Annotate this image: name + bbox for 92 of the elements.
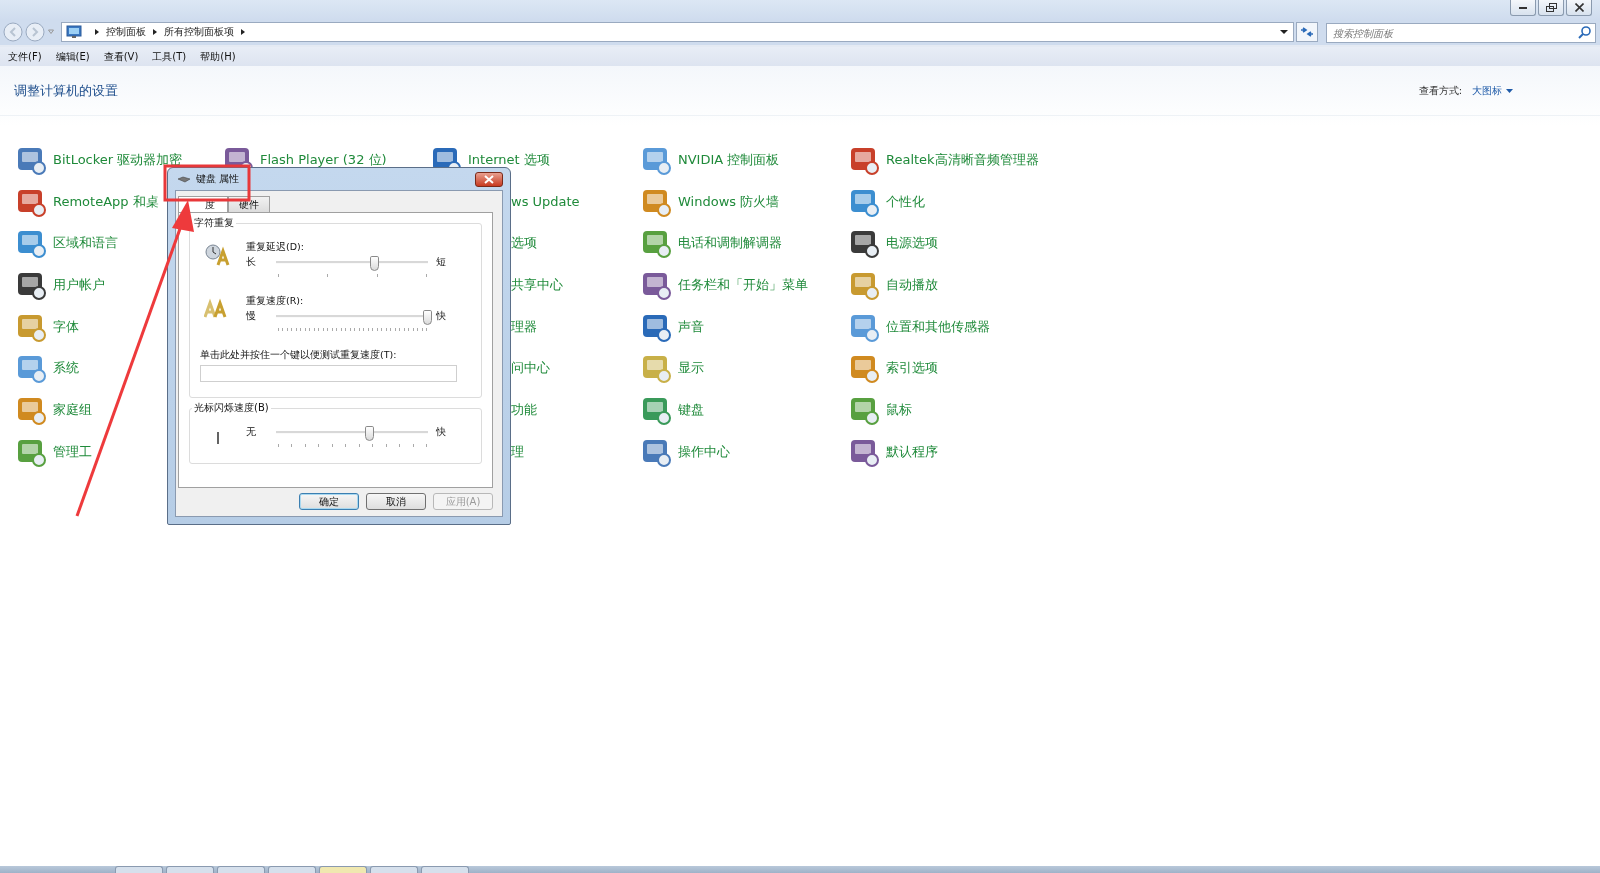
- control-panel-link[interactable]: 键盘: [678, 400, 704, 419]
- minimize-button[interactable]: [1510, 0, 1536, 16]
- keyboard-icon: [177, 175, 191, 183]
- control-panel-link[interactable]: Flash Player (32 位): [260, 150, 387, 169]
- slider-label: 重复速度(R):: [246, 295, 305, 308]
- menu-item[interactable]: 文件(F): [8, 49, 42, 64]
- minimize-icon: [1519, 6, 1527, 9]
- breadcrumb-item[interactable]: 所有控制面板项: [164, 24, 234, 39]
- control-panel-link[interactable]: 索引选项: [886, 359, 938, 378]
- back-button[interactable]: [3, 21, 23, 42]
- slider-track[interactable]: [276, 425, 428, 447]
- dropdown-arrow-icon: [1505, 86, 1514, 95]
- control-panel-link[interactable]: 管理工: [53, 442, 92, 461]
- group-title: 字符重复: [192, 216, 236, 230]
- control-panel-link[interactable]: 功能: [511, 400, 537, 419]
- view-label: 查看方式:: [1418, 83, 1462, 98]
- slider-thumb[interactable]: [423, 310, 432, 325]
- clock-letter-icon: [204, 243, 230, 267]
- control-panel-link[interactable]: 自动播放: [886, 275, 938, 294]
- slider-min-label: 无: [246, 425, 257, 439]
- slider-max-label: 短: [435, 255, 447, 269]
- control-panel-link[interactable]: 选项: [511, 234, 537, 253]
- control-panel-link[interactable]: ws Update: [511, 194, 580, 210]
- dialog-button[interactable]: 取消: [366, 493, 426, 510]
- control-panel-link[interactable]: Realtek高清晰音频管理器: [886, 150, 1039, 169]
- control-panel-link[interactable]: 系统: [53, 359, 79, 378]
- slider-min-label: 慢: [246, 309, 257, 323]
- control-panel-link[interactable]: BitLocker 驱动器加密: [53, 150, 183, 169]
- menu-item[interactable]: 工具(T): [152, 49, 187, 64]
- control-panel-link[interactable]: 字体: [53, 317, 79, 336]
- control-panel-link[interactable]: 操作中心: [678, 442, 730, 461]
- control-panel-link[interactable]: 用户帐户: [53, 275, 105, 294]
- view-mode-dropdown[interactable]: 大图标: [1472, 83, 1514, 98]
- close-icon: [484, 174, 494, 184]
- control-panel-link[interactable]: 理: [511, 442, 524, 461]
- text-cursor-icon: [216, 432, 220, 444]
- search-field[interactable]: 搜索控制面板: [1326, 23, 1596, 43]
- field-label: 单击此处并按住一个键以便测试重复速度(T):: [200, 349, 398, 362]
- refresh-button[interactable]: [1296, 21, 1318, 42]
- control-panel-link[interactable]: 声音: [678, 317, 704, 336]
- forward-button[interactable]: [25, 21, 45, 42]
- group-title: 光标闪烁速度(B): [192, 401, 271, 415]
- control-panel-link[interactable]: 显示: [678, 359, 704, 378]
- control-panel-link[interactable]: 电话和调制解调器: [678, 234, 782, 253]
- control-panel-link[interactable]: 家庭组: [53, 400, 92, 419]
- refresh-icon: [1299, 24, 1315, 39]
- dialog-button[interactable]: 确定: [299, 493, 359, 510]
- taskbar-button[interactable]: [319, 866, 367, 873]
- control-panel-link[interactable]: 问中心: [511, 359, 550, 378]
- control-panel-link[interactable]: 区域和语言: [53, 234, 118, 253]
- taskbar-button[interactable]: [217, 866, 265, 873]
- control-panel-link[interactable]: 任务栏和「开始」菜单: [678, 275, 808, 294]
- menu-item[interactable]: 查看(V): [103, 49, 139, 64]
- control-panel-link[interactable]: 电源选项: [886, 234, 938, 253]
- close-button[interactable]: [1566, 0, 1592, 16]
- menu-item[interactable]: 编辑(E): [55, 49, 90, 64]
- taskbar-button[interactable]: [370, 866, 418, 873]
- control-panel-link[interactable]: RemoteApp 和桌: [53, 192, 159, 211]
- control-panel-link[interactable]: Windows 防火墙: [678, 192, 780, 211]
- slider-thumb[interactable]: [369, 256, 379, 271]
- control-panel-link[interactable]: 个性化: [886, 192, 925, 211]
- menu-item[interactable]: 帮助(H): [200, 49, 236, 64]
- control-panel-link[interactable]: 理器: [511, 317, 537, 336]
- slider-label: 重复延迟(D):: [246, 241, 305, 254]
- taskbar-button[interactable]: [268, 866, 316, 873]
- control-panel-link[interactable]: NVIDIA 控制面板: [678, 150, 780, 169]
- control-panel-link[interactable]: 鼠标: [886, 400, 912, 419]
- computer-icon: [66, 24, 84, 39]
- slider-track[interactable]: [276, 255, 428, 277]
- control-panel-link[interactable]: Internet 选项: [468, 150, 550, 169]
- page-title: 调整计算机的设置: [14, 81, 118, 100]
- taskbar-button[interactable]: [115, 866, 163, 873]
- restore-button[interactable]: [1538, 0, 1564, 16]
- control-panel-link[interactable]: 默认程序: [886, 442, 938, 461]
- address-field[interactable]: 控制面板 所有控制面板项: [61, 21, 1294, 42]
- test-input-field[interactable]: [200, 365, 457, 382]
- history-dropdown[interactable]: [47, 27, 55, 36]
- slider-max-label: 快: [435, 425, 447, 439]
- breadcrumb-item[interactable]: 控制面板: [106, 24, 146, 39]
- taskbar-button[interactable]: [421, 866, 469, 873]
- dialog-title: 键盘 属性: [196, 172, 240, 186]
- slider-max-label: 快: [435, 309, 447, 323]
- slider-thumb[interactable]: [365, 426, 375, 441]
- slider-min-label: 长: [246, 255, 257, 269]
- close-button[interactable]: [475, 171, 503, 187]
- tab[interactable]: 硬件: [228, 196, 270, 212]
- search-icon: [1578, 24, 1592, 39]
- control-panel-link[interactable]: 共享中心: [511, 275, 563, 294]
- close-icon: [1574, 3, 1584, 12]
- taskbar-button[interactable]: [166, 866, 214, 873]
- control-panel-link[interactable]: 位置和其他传感器: [886, 317, 990, 336]
- restore-icon: [1545, 3, 1557, 12]
